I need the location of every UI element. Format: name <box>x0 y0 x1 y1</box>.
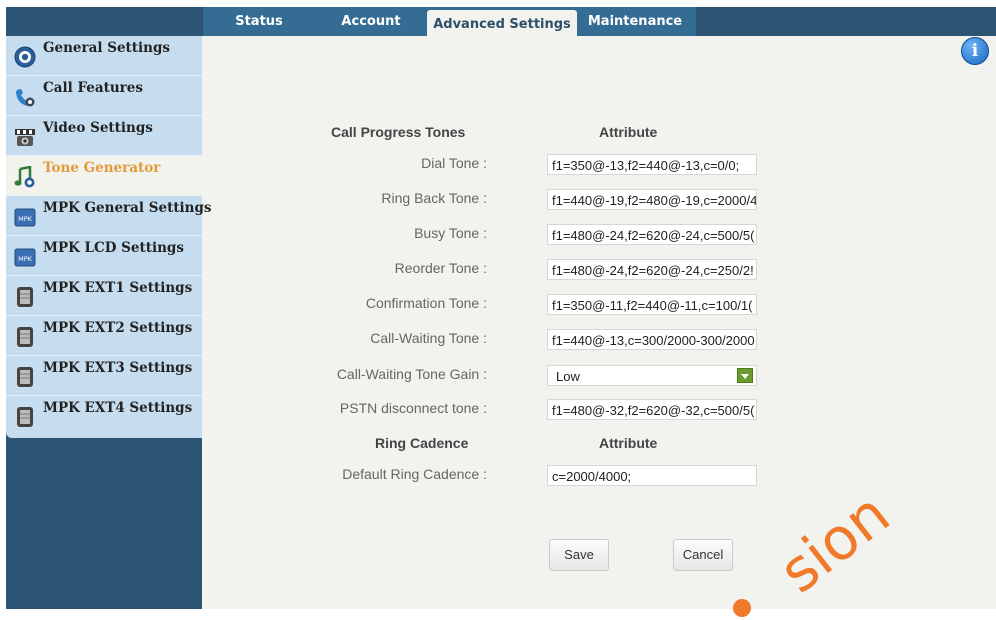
attribute-header-2: Attribute <box>599 435 658 451</box>
video-icon <box>14 126 36 148</box>
call-waiting-tone-gain-value: Low <box>556 369 580 384</box>
confirmation-tone-input[interactable]: f1=350@-11,f2=440@-11,c=100/1( <box>547 294 757 315</box>
info-icon[interactable]: i <box>961 37 989 65</box>
call-waiting-tone-gain-select[interactable]: Low <box>547 365 757 386</box>
sidebar-item-mpk-general-settings[interactable]: MPK MPK General Settings <box>6 196 212 236</box>
extension-module-icon <box>14 326 36 348</box>
sidebar-item-label: MPK EXT2 Settings <box>43 320 193 336</box>
svg-text:MPK: MPK <box>18 255 33 263</box>
sidebar-item-mpk-ext2-settings[interactable]: MPK EXT2 Settings <box>6 316 202 356</box>
sidebar-item-label: MPK LCD Settings <box>43 240 184 256</box>
call-waiting-tone-gain-label: Call-Waiting Tone Gain : <box>336 366 487 382</box>
sidebar-item-label: MPK EXT1 Settings <box>43 280 193 296</box>
sidebar-item-tone-generator[interactable]: Tone Generator <box>6 156 202 196</box>
ring-back-tone-label: Ring Back Tone : <box>381 190 487 206</box>
ring-back-tone-input[interactable]: f1=440@-19,f2=480@-19,c=2000/4 <box>547 189 757 210</box>
sidebar-item-mpk-ext3-settings[interactable]: MPK EXT3 Settings <box>6 356 202 396</box>
sidebar-item-video-settings[interactable]: Video Settings <box>6 116 202 156</box>
confirmation-tone-label: Confirmation Tone : <box>365 295 487 311</box>
extension-module-icon <box>14 366 36 388</box>
pstn-disconnect-tone-input[interactable]: f1=480@-32,f2=620@-32,c=500/5( <box>547 399 757 420</box>
call-waiting-tone-label: Call-Waiting Tone : <box>370 330 487 346</box>
labels-column: Dial Tone : Ring Back Tone : Busy Tone :… <box>300 0 487 609</box>
dial-tone-label: Dial Tone : <box>421 155 487 171</box>
attribute-header: Attribute <box>599 124 658 140</box>
save-button[interactable]: Save <box>549 539 609 571</box>
gear-icon <box>14 46 36 68</box>
cancel-button[interactable]: Cancel <box>673 539 733 571</box>
extension-module-icon <box>14 406 36 428</box>
phone-icon <box>14 86 36 108</box>
tab-status[interactable]: Status <box>203 7 315 36</box>
default-ring-cadence-label: Default Ring Cadence : <box>342 466 487 482</box>
busy-tone-label: Busy Tone : <box>414 225 487 241</box>
sidebar-item-label: MPK EXT4 Settings <box>43 400 193 416</box>
sidebar-menu: General Settings Call Features Video Set… <box>6 36 212 438</box>
sidebar-item-label: MPK General Settings <box>43 200 212 216</box>
sidebar-item-label: Call Features <box>43 80 143 96</box>
dial-tone-input[interactable]: f1=350@-13,f2=440@-13,c=0/0; <box>547 154 757 175</box>
sidebar: General Settings Call Features Video Set… <box>6 36 212 609</box>
reorder-tone-input[interactable]: f1=480@-24,f2=620@-24,c=250/2! <box>547 259 757 280</box>
chevron-down-icon[interactable] <box>737 368 753 383</box>
sidebar-item-label: General Settings <box>43 40 171 56</box>
mpk-icon: MPK <box>14 206 36 228</box>
call-waiting-tone-input[interactable]: f1=440@-13,c=300/2000-300/2000 <box>547 329 757 350</box>
watermark-text: sion <box>767 479 902 606</box>
reorder-tone-label: Reorder Tone : <box>394 260 487 276</box>
tab-maintenance[interactable]: Maintenance <box>579 7 691 36</box>
section-title-ring-cadence: Ring Cadence <box>375 435 469 451</box>
extension-module-icon <box>14 286 36 308</box>
music-note-icon <box>14 165 36 188</box>
sidebar-item-mpk-ext4-settings[interactable]: MPK EXT4 Settings <box>6 396 202 436</box>
svg-text:MPK: MPK <box>18 215 33 223</box>
sidebar-item-label: MPK EXT3 Settings <box>43 360 193 376</box>
sidebar-item-label: Tone Generator <box>43 160 161 176</box>
sidebar-item-label: Video Settings <box>43 120 153 136</box>
sidebar-item-general-settings[interactable]: General Settings <box>6 36 202 76</box>
sidebar-item-call-features[interactable]: Call Features <box>6 76 202 116</box>
sidebar-item-mpk-lcd-settings[interactable]: MPK MPK LCD Settings <box>6 236 202 276</box>
busy-tone-input[interactable]: f1=480@-24,f2=620@-24,c=500/5( <box>547 224 757 245</box>
pstn-disconnect-tone-label: PSTN disconnect tone : <box>339 400 487 416</box>
sidebar-item-mpk-ext1-settings[interactable]: MPK EXT1 Settings <box>6 276 202 316</box>
watermark-dot <box>733 599 751 617</box>
mpk-icon: MPK <box>14 246 36 268</box>
watermark: sion <box>733 479 902 617</box>
